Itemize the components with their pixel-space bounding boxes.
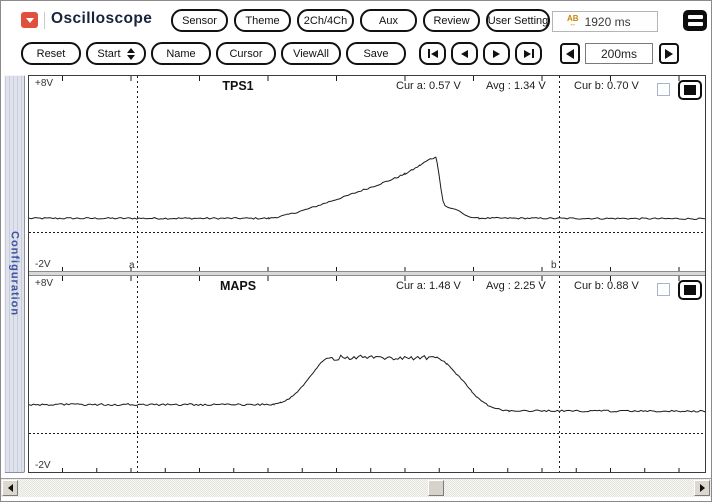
dual-pane-icon[interactable] <box>683 10 707 31</box>
viewall-button[interactable]: ViewAll <box>281 42 341 65</box>
volts-top-label: +8V <box>35 278 54 289</box>
waveform-tps1 <box>29 76 705 271</box>
app-menu-dropdown-icon[interactable] <box>21 12 38 28</box>
cursor-b-readout: Cur b: 0.70 V <box>574 80 639 92</box>
name-button[interactable]: Name <box>151 42 211 65</box>
time-per-div-display[interactable]: 200ms <box>585 43 653 64</box>
channel-select-checkbox[interactable] <box>657 83 670 96</box>
skip-first-icon <box>427 49 430 58</box>
channel-select-checkbox[interactable] <box>657 283 670 296</box>
cursor-b-readout: Cur b: 0.88 V <box>574 280 639 292</box>
step-forward-button[interactable] <box>483 42 510 65</box>
save-button[interactable]: Save <box>346 42 406 65</box>
cursor-a-marker[interactable]: a <box>129 260 135 271</box>
step-back-button[interactable] <box>451 42 478 65</box>
avg-readout: Avg : 1.34 V <box>486 80 546 92</box>
aux-button[interactable]: Aux <box>360 9 417 32</box>
start-button-label: Start <box>97 47 121 60</box>
oscilloscope-window: Oscilloscope Sensor Theme 2Ch/4Ch Aux Re… <box>0 0 712 502</box>
ab-range-icon: AB ↔ <box>567 13 579 28</box>
avg-readout: Avg : 2.25 V <box>486 280 546 292</box>
cursor-a-readout: Cur a: 1.48 V <box>396 280 461 292</box>
arrow-left-icon <box>7 484 13 492</box>
theme-button[interactable]: Theme <box>234 9 291 32</box>
user-setting-button[interactable]: User Setting <box>486 9 550 32</box>
skip-last-icon <box>523 49 531 58</box>
reset-button[interactable]: Reset <box>21 42 81 65</box>
app-title: Oscilloscope <box>51 10 153 27</box>
channel-color-button[interactable] <box>678 80 702 100</box>
channel-tps1: +8V TPS1 Cur a: 0.57 V Avg : 1.34 V Cur … <box>29 76 705 271</box>
skip-first-button[interactable] <box>419 42 446 65</box>
channel-mode-button[interactable]: 2Ch/4Ch <box>297 9 354 32</box>
step-back-icon <box>461 49 468 58</box>
review-button[interactable]: Review <box>423 9 480 32</box>
arrow-right-icon <box>699 484 705 492</box>
configuration-panel-label: Configuration <box>8 231 21 317</box>
ab-time-range-display[interactable]: AB ↔ 1920 ms <box>552 11 658 32</box>
dropdown-triangle-icon <box>25 18 34 23</box>
cursor-button[interactable]: Cursor <box>216 42 276 65</box>
cursor-a-readout: Cur a: 0.57 V <box>396 80 461 92</box>
volts-top-label: +8V <box>35 78 54 89</box>
start-button[interactable]: Start <box>86 42 146 65</box>
cursor-b-marker[interactable]: b <box>551 260 557 271</box>
scope-display: +8V TPS1 Cur a: 0.57 V Avg : 1.34 V Cur … <box>28 75 706 473</box>
ab-time-value: 1920 ms <box>584 14 631 29</box>
channel-title: MAPS <box>219 279 257 293</box>
skip-last-button[interactable] <box>515 42 542 65</box>
configuration-panel-tab[interactable]: Configuration <box>4 75 25 473</box>
up-down-spinner-icon[interactable] <box>126 47 135 60</box>
volts-bottom-label: -2V <box>35 259 51 270</box>
sensor-button[interactable]: Sensor <box>171 9 228 32</box>
volts-bottom-label: -2V <box>35 460 51 471</box>
channel-maps: +8V MAPS Cur a: 1.48 V Avg : 2.25 V Cur … <box>29 276 705 472</box>
horizontal-scrollbar[interactable] <box>1 478 711 497</box>
time-step-decrease-button[interactable] <box>560 43 580 64</box>
arrow-right-icon <box>665 48 673 59</box>
step-forward-icon <box>493 49 500 58</box>
scrollbar-thumb[interactable] <box>428 480 444 496</box>
arrow-left-icon <box>566 48 574 59</box>
scroll-left-button[interactable] <box>2 480 18 496</box>
scroll-right-button[interactable] <box>694 480 710 496</box>
channel-title: TPS1 <box>222 79 254 93</box>
waveform-maps <box>29 276 705 472</box>
time-step-increase-button[interactable] <box>659 43 679 64</box>
channel-color-button[interactable] <box>678 280 702 300</box>
divider <box>44 12 45 29</box>
